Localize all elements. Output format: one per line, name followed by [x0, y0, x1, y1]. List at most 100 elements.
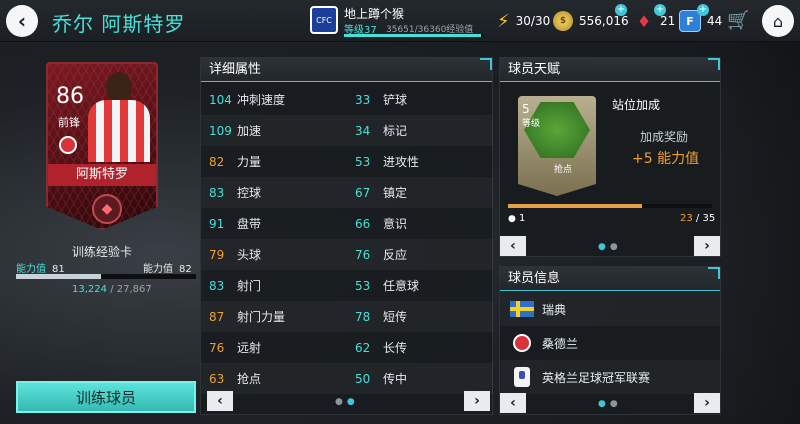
info-next-button[interactable]: › — [694, 393, 720, 413]
add-gems-button[interactable]: + — [654, 4, 666, 16]
attribute-label: 传中 — [383, 372, 408, 386]
info-row-league[interactable]: 英格兰足球冠军联赛 — [500, 360, 720, 394]
train-player-button[interactable]: 训练球员 — [16, 381, 196, 413]
player-info-title: 球员信息 — [500, 267, 720, 291]
gems-value: 21 — [660, 14, 676, 28]
attributes-page-dots: ●● — [335, 397, 359, 407]
fifa-points-counter: F 44 + — [679, 4, 723, 32]
card-type-label: 训练经验卡 — [72, 245, 133, 259]
attribute-value: 82 — [209, 154, 225, 169]
attribute-label: 长传 — [383, 341, 408, 355]
gem-icon: ♦ — [636, 11, 652, 31]
top-bar: ‹ 乔尔 阿斯特罗 CFC 地上蹲个猴 等级37 35651/36360经验值 … — [0, 0, 800, 42]
talent-bonus-value: +5 能力值 — [632, 151, 700, 167]
attribute-value: 79 — [209, 247, 225, 262]
home-button[interactable]: ⌂ — [762, 5, 794, 37]
attribute-label: 头球 — [237, 248, 262, 262]
player-portrait — [88, 72, 150, 162]
rating-after: 能力值 82 — [143, 260, 192, 275]
attribute-value: 83 — [209, 185, 225, 200]
attribute-value: 67 — [355, 185, 371, 200]
info-prev-button[interactable]: ‹ — [500, 393, 526, 413]
energy-icon: ⚡ — [497, 10, 510, 32]
attribute-row: 34 标记 — [347, 115, 493, 146]
energy-value: 30/30 — [515, 14, 551, 28]
card-position: 前锋 — [58, 116, 80, 129]
talent-level-label: 等级 — [522, 119, 541, 129]
attribute-row: 66 意识 — [347, 208, 493, 239]
attribute-row: 91 盘带 — [201, 208, 347, 239]
attribute-row: 83 射门 — [201, 270, 347, 301]
talent-title: 球员天赋 — [500, 58, 720, 82]
fifa-points-value: 44 — [707, 14, 723, 28]
add-fifa-points-button[interactable]: + — [697, 4, 709, 16]
talent-panel: 球员天赋 5 等级 抢点 站位加成 加成奖励 +5 能力值 ● 1 23 / 3… — [499, 57, 721, 257]
attribute-label: 标记 — [383, 124, 408, 138]
attribute-value: 66 — [355, 216, 371, 231]
attribute-label: 抢点 — [237, 372, 262, 386]
training-xp-total: / 27,867 — [110, 284, 152, 295]
card-type-emblem-icon: ◆ — [92, 194, 122, 224]
info-row-nation[interactable]: 瑞典 — [500, 292, 720, 326]
nation-name: 瑞典 — [542, 302, 567, 317]
page-dot: ● — [609, 399, 622, 409]
rating-before: 能力值 81 — [16, 260, 65, 275]
page-dot-active: ● — [598, 242, 610, 252]
club-crest-icon — [59, 136, 77, 154]
attribute-label: 进攻性 — [383, 155, 420, 169]
attribute-row: 83 控球 — [201, 177, 347, 208]
card-rating: 86 — [56, 84, 84, 109]
team-xp-bar — [344, 34, 484, 37]
attribute-value: 109 — [209, 123, 232, 138]
attribute-label: 盘带 — [237, 217, 262, 231]
info-page-dots: ●● — [598, 399, 622, 409]
talent-next-button[interactable]: › — [694, 236, 720, 256]
attribute-label: 铲球 — [383, 93, 408, 107]
club-crest-icon — [513, 334, 531, 352]
attribute-value: 87 — [209, 309, 225, 324]
training-xp-text: 13,224 / 27,867 — [72, 284, 152, 295]
cart-icon[interactable]: 🛒 — [727, 10, 749, 31]
attribute-row: 76 远射 — [201, 332, 347, 363]
talent-progress-min: ● 1 — [508, 213, 525, 224]
attribute-label: 冲刺速度 — [237, 93, 286, 107]
attribute-value: 63 — [209, 371, 225, 386]
attribute-label: 远射 — [237, 341, 262, 355]
talent-bonus-label: 加成奖励 — [640, 130, 689, 144]
back-button[interactable]: ‹ — [6, 5, 38, 37]
attribute-label: 反应 — [383, 248, 408, 262]
attribute-label: 射门 — [237, 279, 262, 293]
attribute-value: 34 — [355, 123, 371, 138]
page-dot-active: ● — [598, 399, 610, 409]
talent-progress-current: 23 — [680, 213, 693, 224]
talent-card[interactable] — [518, 96, 596, 196]
team-xp-bar-fill — [344, 34, 482, 37]
player-shirt — [88, 100, 150, 162]
attribute-row: 109 加速 — [201, 115, 347, 146]
talent-prev-button[interactable]: ‹ — [500, 236, 526, 256]
coin-icon: $ — [553, 11, 573, 31]
attribute-row: 50 传中 — [347, 363, 493, 394]
attribute-value: 33 — [355, 92, 371, 107]
team-summary[interactable]: CFC 地上蹲个猴 等级37 35651/36360经验值 — [310, 5, 484, 37]
attributes-next-button[interactable]: › — [464, 391, 490, 411]
gems-counter: ♦ 21 + — [634, 4, 676, 32]
info-row-club[interactable]: 桑德兰 — [500, 326, 720, 360]
attribute-value: 78 — [355, 309, 371, 324]
talent-name: 站位加成 — [612, 98, 661, 112]
training-xp-bar-fill — [16, 274, 101, 279]
background-shade — [726, 42, 800, 424]
energy-counter: ⚡ 30/30 — [497, 10, 550, 32]
attributes-prev-button[interactable]: ‹ — [207, 391, 233, 411]
talent-progress-total: / 35 — [692, 213, 716, 224]
talent-progress-bar — [508, 204, 712, 208]
talent-card-type: 抢点 — [553, 165, 572, 175]
attribute-label: 镇定 — [383, 186, 408, 200]
add-coins-button[interactable]: + — [615, 4, 627, 16]
team-name: 地上蹲个猴 — [344, 7, 405, 21]
person-icon: ● — [508, 214, 516, 224]
attribute-value: 91 — [209, 216, 225, 231]
talent-progress-fill — [508, 204, 643, 208]
attribute-value: 53 — [355, 278, 371, 293]
attribute-row: 62 长传 — [347, 332, 493, 363]
